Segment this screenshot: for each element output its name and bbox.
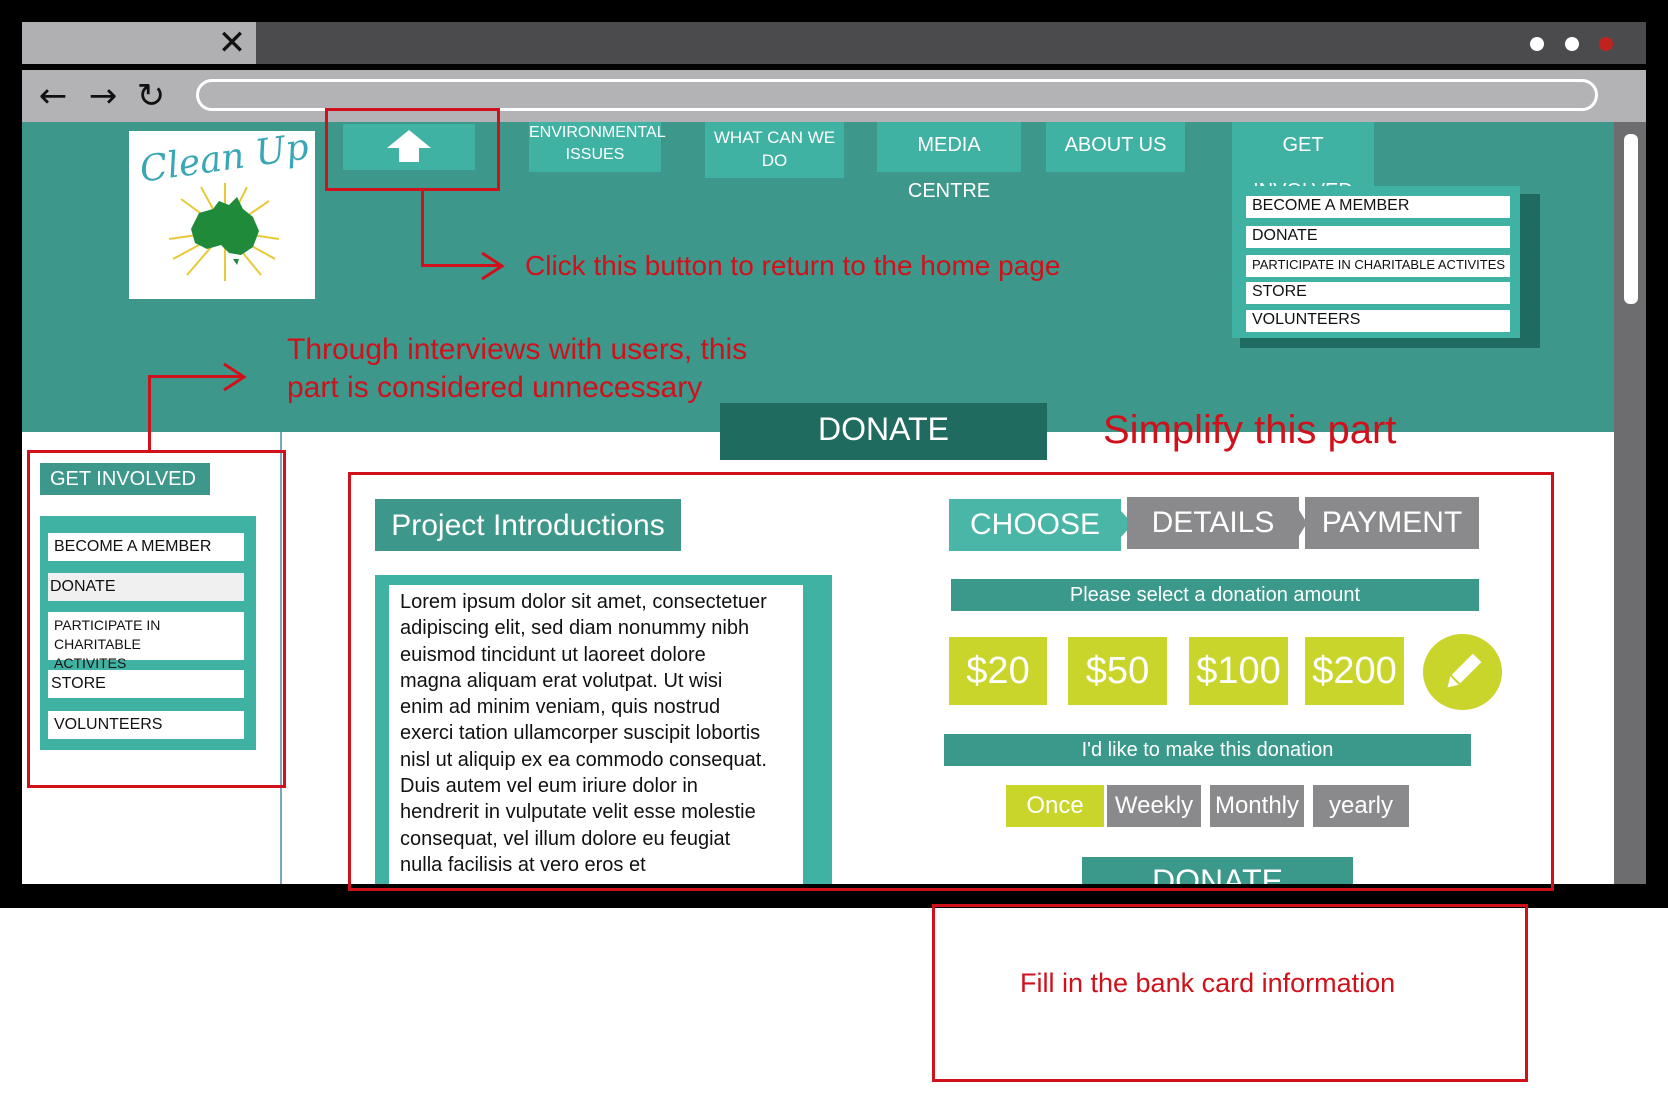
arrow-right-icon xyxy=(223,362,247,392)
nav-label: ENVIRONMENTAL xyxy=(529,124,666,141)
donation-form-highlight-box xyxy=(348,472,1554,891)
nav-label: ISSUES xyxy=(565,146,625,163)
page-title: DONATE xyxy=(720,403,1047,460)
annotation-arrow-line xyxy=(421,190,424,266)
home-annotation: Click this button to return to the home … xyxy=(525,250,1061,281)
close-tab-icon[interactable]: ✕ xyxy=(212,22,252,64)
home-highlight-box xyxy=(325,108,500,191)
annotation-line: part is considered unnecessary xyxy=(287,371,703,404)
nav-what-can-we-do[interactable]: WHAT CAN WE DO xyxy=(705,122,844,178)
nav-media-centre[interactable]: MEDIA CENTRE xyxy=(877,122,1021,202)
reload-icon[interactable]: ↻ xyxy=(128,72,174,120)
bank-card-annotation: Fill in the bank card information xyxy=(1020,968,1396,998)
window-close-dot-icon[interactable] xyxy=(1599,37,1613,51)
sidebar-highlight-box xyxy=(27,450,286,788)
forward-arrow-icon[interactable]: → xyxy=(80,72,126,120)
arrow-right-icon xyxy=(481,251,505,281)
dropdown-item-volunteers[interactable]: VOLUNTEERS xyxy=(1246,310,1510,332)
window-dot-icon[interactable] xyxy=(1530,37,1544,51)
unnecessary-annotation: Through interviews with users, this part… xyxy=(287,331,747,407)
annotation-line: Through interviews with users, this xyxy=(287,333,748,366)
nav-environmental-issues[interactable]: ENVIRONMENTAL ISSUES xyxy=(529,122,666,172)
dropdown-item-become-member[interactable]: BECOME A MEMBER xyxy=(1246,196,1510,218)
nav-get-involved[interactable]: GET INVOLVED xyxy=(1232,122,1374,202)
nav-about-us[interactable]: ABOUT US xyxy=(1046,122,1185,172)
tab-bar xyxy=(22,22,1646,64)
scrollbar-thumb[interactable] xyxy=(1624,134,1638,304)
nav-label: DO xyxy=(761,151,788,170)
address-bar[interactable] xyxy=(196,79,1598,111)
simplify-annotation: Simplify this part xyxy=(1103,408,1397,452)
dropdown-item-donate[interactable]: DONATE xyxy=(1246,226,1510,248)
nav-label: WHAT CAN WE xyxy=(713,128,836,147)
dropdown-item-store[interactable]: STORE xyxy=(1246,282,1510,304)
dropdown-item-participate[interactable]: PARTICIPATE IN CHARITABLE ACTIVITES xyxy=(1246,255,1510,277)
annotation-arrow-line xyxy=(148,375,151,450)
window-dot-icon[interactable] xyxy=(1565,37,1579,51)
back-arrow-icon[interactable]: ← xyxy=(30,72,76,120)
